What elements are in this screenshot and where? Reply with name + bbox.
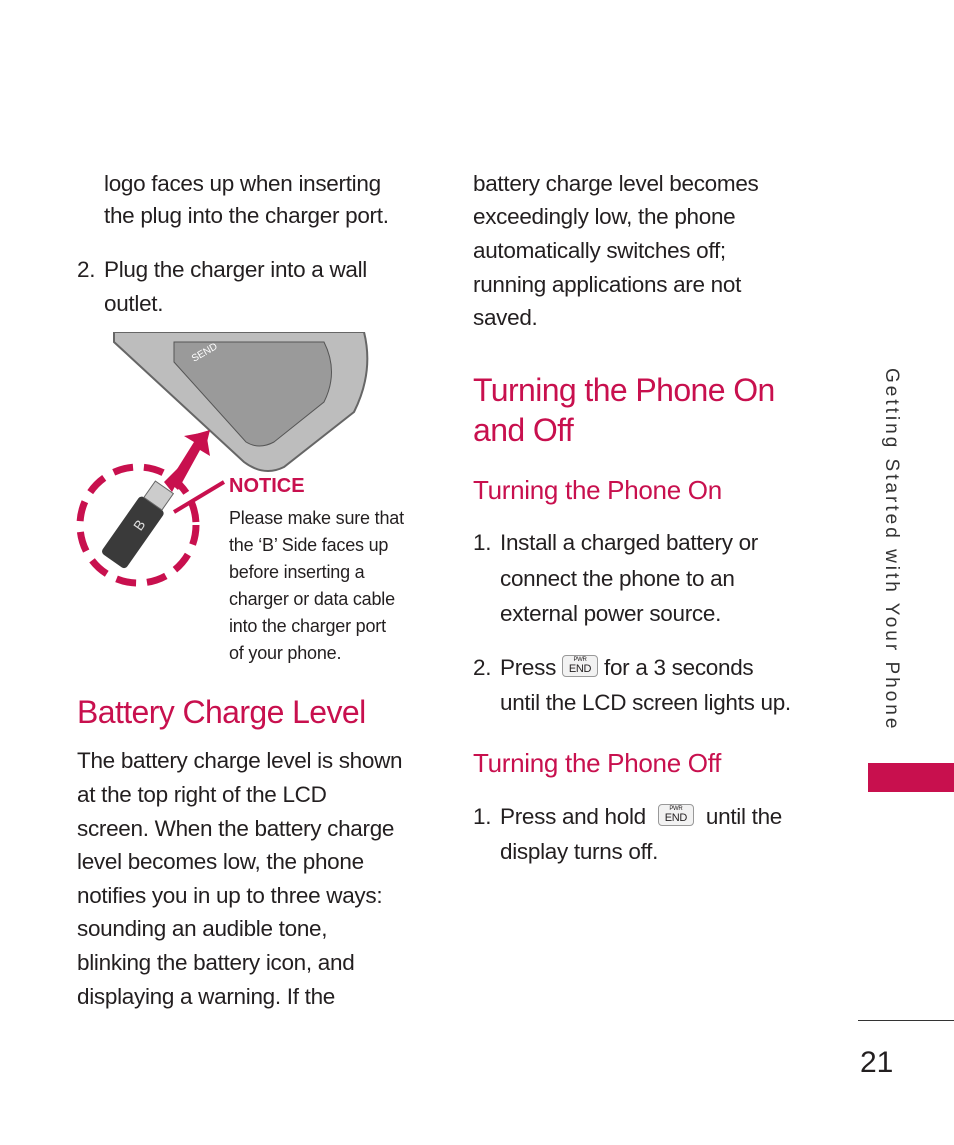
step-text: connect the phone to an [500, 566, 735, 591]
notice-text: into the charger port [229, 616, 386, 636]
body-text: at the top right of the LCD [77, 782, 327, 807]
body-text: logo faces up when inserting [104, 171, 381, 196]
body-text: The battery charge level is shown [77, 748, 403, 773]
step-text-post: until the [705, 804, 783, 829]
notice-text: charger or data cable [229, 589, 395, 609]
body-text: battery charge level becomes [473, 171, 759, 196]
body-text: blinking the battery icon, and [77, 950, 355, 975]
step-text-pre: Press and hold [500, 804, 646, 829]
notice-text: before inserting a [229, 562, 365, 582]
body-text: the plug into the charger port. [104, 203, 389, 228]
step-text: Install a charged battery or [500, 530, 758, 555]
sidebar-section-label: Getting Started with Your Phone [881, 368, 902, 732]
notice-text: of your phone. [229, 643, 342, 663]
step-number: 2. [77, 257, 96, 282]
pwr-end-key-icon: PWR END [657, 804, 694, 827]
step-text: until the LCD screen lights up. [500, 690, 791, 715]
body-text: saved. [473, 305, 538, 330]
section-heading: and Off [473, 412, 574, 448]
body-text: running applications are not [473, 272, 742, 297]
usb-connector-image: B [102, 480, 175, 569]
off-heading: Turning the Phone Off [473, 748, 722, 778]
notice-title: NOTICE [229, 475, 305, 497]
step-text: Press PWR END for a 3 seconds [500, 651, 754, 685]
body-text: level becomes low, the phone [77, 849, 364, 874]
key-bottom-label: END [664, 812, 688, 825]
body-text: displaying a warning. If the [77, 984, 336, 1009]
phone-image: SEND [113, 332, 369, 472]
step-text: external power source. [500, 601, 722, 626]
step-number: 1. [473, 530, 492, 555]
on-heading: Turning the Phone On [473, 475, 722, 505]
step-text-pre: Press [500, 655, 557, 680]
step-number: 1. [473, 804, 492, 829]
footer-divider [858, 1020, 954, 1021]
body-text: screen. When the battery charge [77, 816, 395, 841]
key-bottom-label: END [568, 663, 592, 676]
step-number: 2. [473, 655, 492, 680]
page-number: 21 [860, 1046, 894, 1079]
step-text: display turns off. [500, 839, 659, 864]
section-heading: Turning the Phone On [473, 372, 775, 408]
step-text-post: for a 3 seconds [604, 655, 754, 680]
pwr-end-key-icon: PWR END [562, 655, 599, 678]
step-text: Plug the charger into a wall [104, 257, 368, 282]
section-tab-marker [868, 763, 954, 792]
body-text: sounding an audible tone, [77, 916, 328, 941]
body-text: automatically switches off; [473, 238, 726, 263]
body-text: notifies you in up to three ways: [77, 883, 383, 908]
step-text: Press and hold PWR END until the [500, 800, 782, 834]
battery-heading: Battery Charge Level [77, 694, 366, 730]
body-text: exceedingly low, the phone [473, 204, 736, 229]
notice-text: the ‘B’ Side faces up [229, 535, 389, 555]
notice-text: Please make sure that [229, 508, 404, 528]
step-text: outlet. [104, 291, 164, 316]
